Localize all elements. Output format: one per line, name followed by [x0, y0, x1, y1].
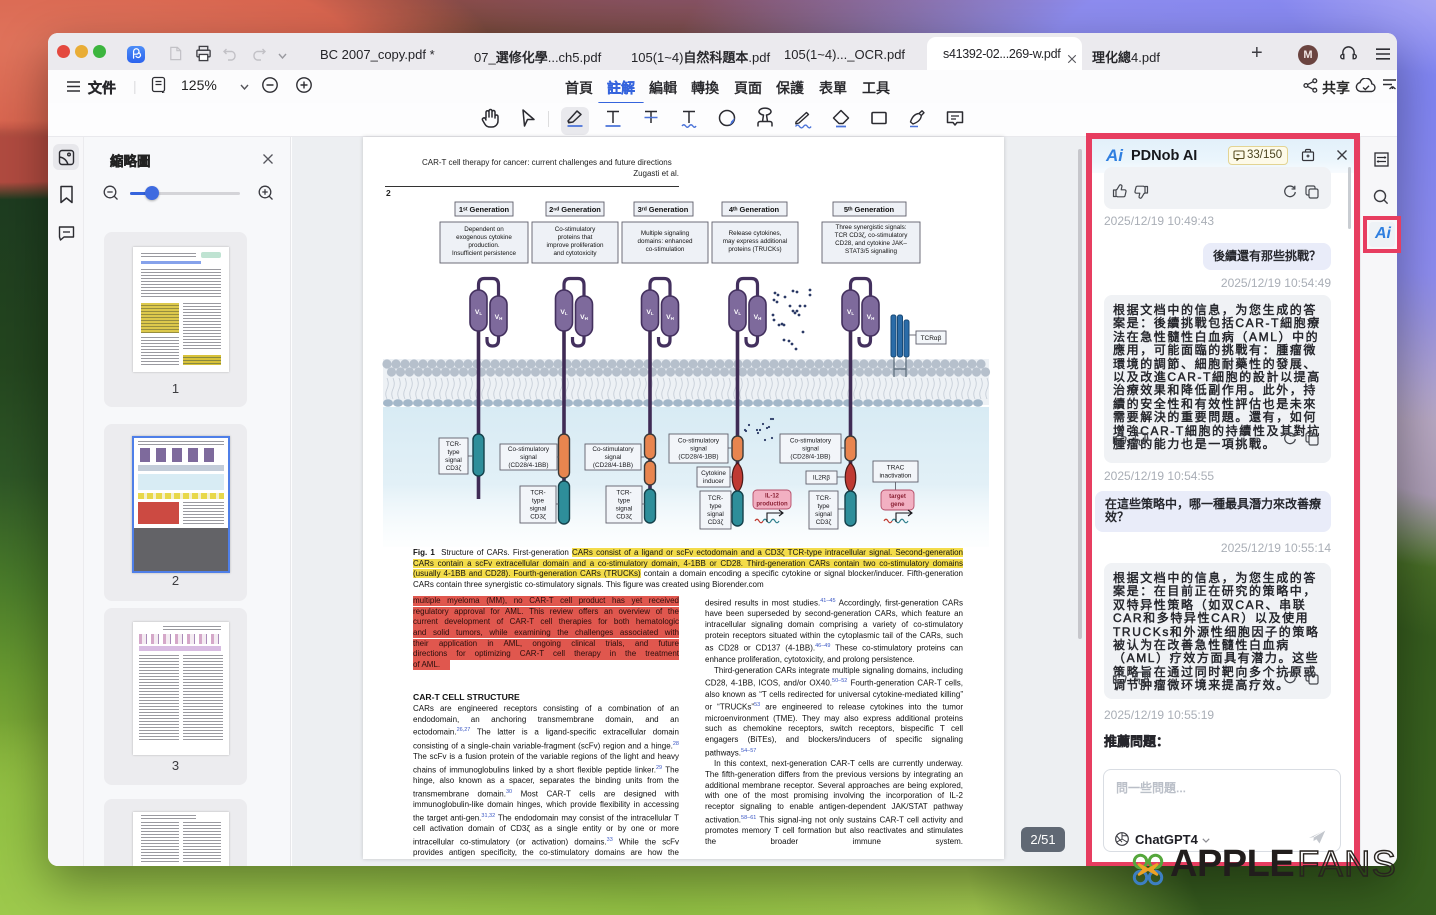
svg-text:TCR-: TCR-	[816, 495, 831, 502]
svg-text:CD3ζ: CD3ζ	[446, 465, 462, 472]
svg-text:STAT3/5 signalling: STAT3/5 signalling	[845, 248, 897, 255]
svg-text:Dependent on: Dependent on	[464, 226, 504, 233]
svg-text:1ˢᵗ Generation: 1ˢᵗ Generation	[459, 205, 510, 214]
svg-text:Co-stimulatory: Co-stimulatory	[508, 446, 550, 453]
svg-text:inducer: inducer	[703, 478, 725, 485]
svg-text:signal: signal	[815, 511, 832, 518]
svg-text:2ⁿᵈ Generation: 2ⁿᵈ Generation	[549, 205, 601, 214]
svg-text:TCR-: TCR-	[708, 495, 723, 502]
svg-text:inactivation: inactivation	[880, 473, 912, 480]
svg-text:TRAC: TRAC	[887, 465, 905, 472]
svg-text:4ᵗʰ Generation: 4ᵗʰ Generation	[729, 205, 780, 214]
svg-text:VH: VH	[580, 314, 588, 321]
svg-text:Multiple signaling: Multiple signaling	[641, 230, 690, 237]
svg-text:production: production	[756, 502, 788, 508]
svg-text:type: type	[817, 503, 830, 510]
svg-text:TCR-: TCR-	[616, 490, 631, 497]
svg-text:(CD28/4-1BB): (CD28/4-1BB)	[593, 462, 633, 469]
svg-text:exogenous cytokine: exogenous cytokine	[456, 234, 512, 241]
svg-text:CD3ζ: CD3ζ	[816, 519, 832, 526]
svg-text:signal: signal	[802, 446, 819, 453]
svg-text:signal: signal	[530, 506, 547, 513]
svg-text:Insufficient persistence: Insufficient persistence	[452, 250, 516, 257]
svg-text:TCR CD3ζ, co-stimulatory: TCR CD3ζ, co-stimulatory	[835, 232, 909, 239]
svg-text:VL: VL	[475, 309, 483, 316]
svg-text:VL: VL	[734, 309, 742, 316]
svg-text:signal: signal	[605, 454, 622, 461]
svg-text:TCR-: TCR-	[446, 441, 461, 448]
svg-text:(CD28/4-1BB): (CD28/4-1BB)	[790, 454, 830, 461]
svg-text:signal: signal	[690, 446, 707, 453]
svg-text:proteins (TRUCKs): proteins (TRUCKs)	[728, 246, 781, 253]
svg-text:type: type	[618, 498, 631, 505]
svg-text:may express additional: may express additional	[723, 238, 787, 245]
svg-text:Co-stimulatory: Co-stimulatory	[592, 446, 634, 453]
svg-text:Co-stimulatory: Co-stimulatory	[790, 438, 832, 445]
svg-text:VL: VL	[646, 309, 654, 316]
svg-text:(CD28/4-1BB): (CD28/4-1BB)	[678, 454, 718, 461]
svg-text:signal: signal	[616, 506, 633, 513]
svg-text:production.: production.	[468, 242, 499, 249]
svg-text:VH: VH	[495, 314, 503, 321]
svg-text:and cytotoxicity: and cytotoxicity	[553, 250, 597, 257]
svg-text:5ᵗʰ Generation: 5ᵗʰ Generation	[844, 205, 895, 214]
svg-text:type: type	[447, 449, 460, 456]
svg-text:VL: VL	[560, 309, 568, 316]
svg-text:domains: enhanced: domains: enhanced	[638, 238, 693, 245]
svg-text:IL2Rβ: IL2Rβ	[813, 475, 830, 482]
svg-text:CD3ζ: CD3ζ	[616, 514, 632, 521]
svg-text:improve proliferation: improve proliferation	[546, 242, 604, 249]
svg-text:Release cytokines,: Release cytokines,	[729, 230, 782, 237]
svg-text:type: type	[709, 503, 722, 510]
svg-text:co-stimulation: co-stimulation	[646, 246, 685, 253]
svg-text:3ʳᵈ Generation: 3ʳᵈ Generation	[638, 205, 689, 214]
svg-text:CD3ζ: CD3ζ	[530, 514, 546, 521]
svg-text:proteins that: proteins that	[558, 234, 593, 241]
svg-text:Three synergistic signals:: Three synergistic signals:	[835, 224, 906, 231]
svg-text:IL-12: IL-12	[765, 494, 780, 500]
svg-text:(CD28/4-1BB): (CD28/4-1BB)	[508, 462, 548, 469]
svg-text:VL: VL	[847, 309, 855, 316]
svg-text:gene: gene	[890, 502, 905, 508]
svg-text:signal: signal	[520, 454, 537, 461]
svg-text:Cytokine: Cytokine	[701, 470, 726, 477]
svg-text:signal: signal	[445, 457, 462, 464]
svg-text:VH: VH	[867, 314, 875, 321]
svg-text:signal: signal	[707, 511, 724, 518]
svg-text:CD28, and cytokine JAK–: CD28, and cytokine JAK–	[835, 240, 907, 247]
svg-text:VH: VH	[754, 314, 762, 321]
svg-text:TCR-: TCR-	[530, 490, 545, 497]
svg-text:type: type	[532, 498, 545, 505]
svg-text:target: target	[889, 494, 906, 500]
svg-text:TCRαβ: TCRαβ	[921, 335, 942, 342]
svg-text:Co-stimulatory: Co-stimulatory	[678, 438, 720, 445]
svg-text:CD3ζ: CD3ζ	[708, 519, 724, 526]
svg-text:VH: VH	[666, 314, 674, 321]
svg-text:Co-stimulatory: Co-stimulatory	[555, 226, 596, 233]
